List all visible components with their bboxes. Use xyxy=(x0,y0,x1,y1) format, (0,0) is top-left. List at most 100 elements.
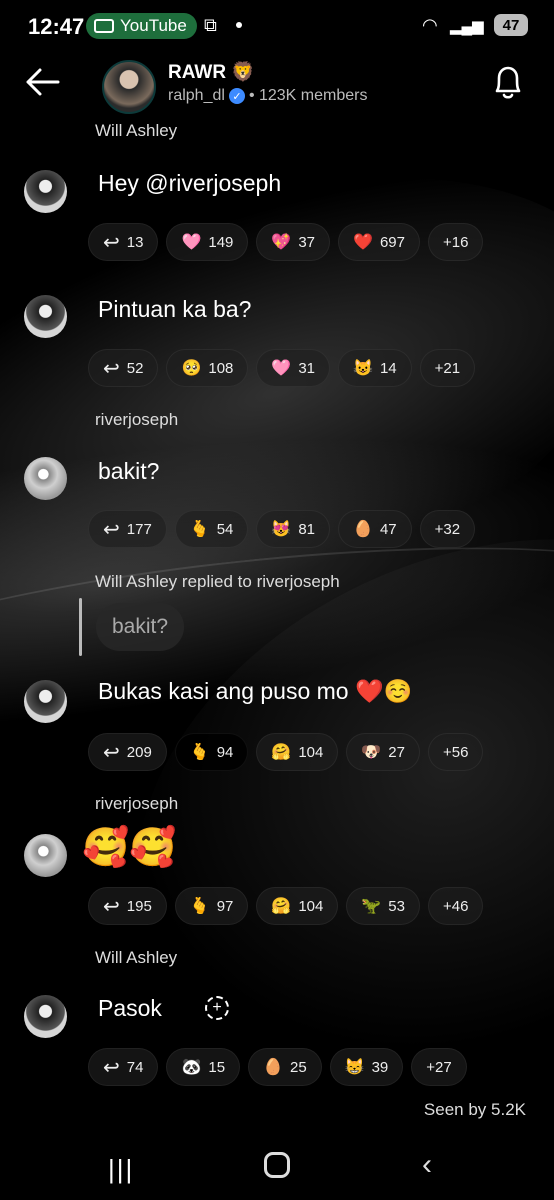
reaction-chip[interactable]: 🫰 54 xyxy=(174,510,249,548)
reaction-chip[interactable]: 🥚 47 xyxy=(338,510,412,548)
more-reactions-chip[interactable]: +56 xyxy=(427,733,484,771)
smiling-cat-icon: 😸 xyxy=(344,1059,365,1076)
reaction-chip[interactable]: 🦖 53 xyxy=(346,887,420,925)
message-text[interactable]: bakit? xyxy=(98,458,159,485)
quoted-message[interactable]: bakit? xyxy=(96,603,185,651)
signal-icon: ▂▄▆ xyxy=(450,18,484,35)
reply-count: 74 xyxy=(126,1058,144,1076)
reaction-count: 54 xyxy=(216,520,234,538)
reaction-chip[interactable]: 🤗 104 xyxy=(256,733,339,771)
avatar[interactable] xyxy=(24,457,67,500)
reaction-count: 37 xyxy=(298,233,316,251)
reaction-chip[interactable]: 🐼 15 xyxy=(166,1048,241,1086)
home-icon[interactable] xyxy=(264,1152,290,1178)
pink-heart-icon: 🩷 xyxy=(181,234,202,251)
verified-icon: ✓ xyxy=(228,88,245,104)
reaction-count: 39 xyxy=(371,1058,389,1076)
more-reactions-chip[interactable]: +32 xyxy=(419,510,476,548)
message-text[interactable]: Bukas kasi ang puso mo ❤️☺️ xyxy=(98,678,412,705)
hugging-face-icon: 🤗 xyxy=(271,898,292,915)
panda-icon: 🐼 xyxy=(181,1059,202,1076)
youtube-pill-label: YouTube xyxy=(120,16,187,35)
nav-back-icon[interactable]: ‹ xyxy=(422,1148,432,1182)
reply-button[interactable]: ↩ 74 xyxy=(88,1048,159,1086)
more-reactions-count: +46 xyxy=(442,897,469,915)
reaction-chip-selected[interactable]: 🫰 94 xyxy=(174,733,249,771)
message-text[interactable]: Pintuan ka ba? xyxy=(98,296,251,323)
reaction-count: 97 xyxy=(216,897,234,915)
more-reactions-chip[interactable]: +16 xyxy=(427,223,484,261)
more-reactions-chip[interactable]: +21 xyxy=(419,349,476,387)
dog-face-icon: 🐶 xyxy=(361,744,382,761)
seen-by-count[interactable]: Seen by 5.2K xyxy=(424,1100,526,1120)
more-reactions-count: +56 xyxy=(442,743,469,761)
reply-button[interactable]: ↩ 177 xyxy=(88,510,167,548)
reaction-chip[interactable]: 🥺 108 xyxy=(166,349,249,387)
reaction-chip[interactable]: 😻 81 xyxy=(256,510,331,548)
avatar[interactable] xyxy=(24,680,67,723)
avatar[interactable] xyxy=(24,834,67,877)
battery-indicator: 47 xyxy=(494,14,528,36)
reaction-row: ↩ 52 🥺 108 🩷 31 😺 14 +21 xyxy=(88,349,476,387)
reaction-chip[interactable]: 😺 14 xyxy=(338,349,412,387)
avatar[interactable] xyxy=(24,295,67,338)
reaction-count: 94 xyxy=(216,743,234,761)
channel-subtitle: ralph_dl ✓ • 123K members xyxy=(168,87,367,105)
reaction-chip[interactable]: 🐶 27 xyxy=(346,733,420,771)
back-arrow-icon[interactable] xyxy=(22,64,62,100)
reply-count: 209 xyxy=(126,743,152,761)
message-sender: Will Ashley replied to riverjoseph xyxy=(95,572,340,591)
reaction-chip[interactable]: 🫰 97 xyxy=(174,887,249,925)
hand-icon: 🫰 xyxy=(189,744,210,761)
reaction-count: 47 xyxy=(379,520,397,538)
reaction-chip[interactable]: 🩷 31 xyxy=(256,349,331,387)
screenshot-icon: ⧉ xyxy=(204,15,217,35)
reaction-chip[interactable]: 🩷 149 xyxy=(166,223,249,261)
message-text[interactable]: Hey @riverjoseph xyxy=(98,170,281,197)
reaction-count: 149 xyxy=(208,233,234,251)
recent-apps-icon[interactable]: ||| xyxy=(108,1154,134,1185)
video-camera-icon xyxy=(94,19,114,33)
pink-heart-icon: 🩷 xyxy=(271,360,292,377)
channel-name[interactable]: RAWR 🦁 xyxy=(168,60,255,84)
reaction-row: ↩ 74 🐼 15 🥚 25 😸 39 +27 xyxy=(88,1048,467,1086)
reaction-chip[interactable]: 🥚 25 xyxy=(248,1048,322,1086)
reply-button[interactable]: ↩ 209 xyxy=(88,733,167,771)
reply-icon: ↩ xyxy=(103,895,120,918)
bell-icon[interactable] xyxy=(490,62,526,102)
message-text[interactable]: 🥰🥰 xyxy=(82,826,177,870)
reply-icon: ↩ xyxy=(103,231,120,254)
reply-button[interactable]: ↩ 52 xyxy=(88,349,159,387)
more-reactions-count: +16 xyxy=(442,233,469,251)
message-text[interactable]: Pasok xyxy=(98,995,162,1022)
avatar[interactable] xyxy=(24,995,67,1038)
reply-icon: ↩ xyxy=(103,1056,120,1079)
reply-button[interactable]: ↩ 13 xyxy=(88,223,159,261)
more-reactions-chip[interactable]: +27 xyxy=(411,1048,467,1086)
message-sender: Will Ashley xyxy=(95,948,178,967)
channel-handle[interactable]: ralph_dl xyxy=(168,87,225,105)
add-reaction-icon[interactable]: + xyxy=(205,996,229,1020)
status-bar: 12:47 YouTube ⧉ ◠ ▂▄▆ 47 xyxy=(0,0,554,52)
reply-count: 13 xyxy=(126,233,144,251)
reaction-chip[interactable]: 😸 39 xyxy=(329,1048,404,1086)
youtube-pill[interactable]: YouTube xyxy=(86,13,197,39)
reply-icon: ↩ xyxy=(103,357,120,380)
reaction-row: ↩ 13 🩷 149 💖 37 ❤️ 697 +16 xyxy=(88,223,484,261)
reaction-row: ↩ 209 🫰 94 🤗 104 🐶 27 +56 xyxy=(88,733,484,771)
member-count: • 123K members xyxy=(248,87,368,104)
reply-button[interactable]: ↩ 195 xyxy=(88,887,167,925)
more-reactions-chip[interactable]: +46 xyxy=(427,887,484,925)
reply-count: 52 xyxy=(126,359,144,377)
reaction-chip[interactable]: ❤️ 697 xyxy=(338,223,420,261)
reaction-count: 14 xyxy=(379,359,397,377)
reaction-count: 31 xyxy=(298,359,316,377)
pleading-face-icon: 🥺 xyxy=(181,360,202,377)
avatar[interactable] xyxy=(24,170,67,213)
reaction-chip[interactable]: 💖 37 xyxy=(256,223,331,261)
egg-icon: 🥚 xyxy=(263,1059,283,1076)
reaction-chip[interactable]: 🤗 104 xyxy=(256,887,339,925)
message-sender: riverjoseph xyxy=(95,410,179,429)
channel-avatar[interactable] xyxy=(102,60,156,114)
status-time: 12:47 xyxy=(28,14,85,39)
